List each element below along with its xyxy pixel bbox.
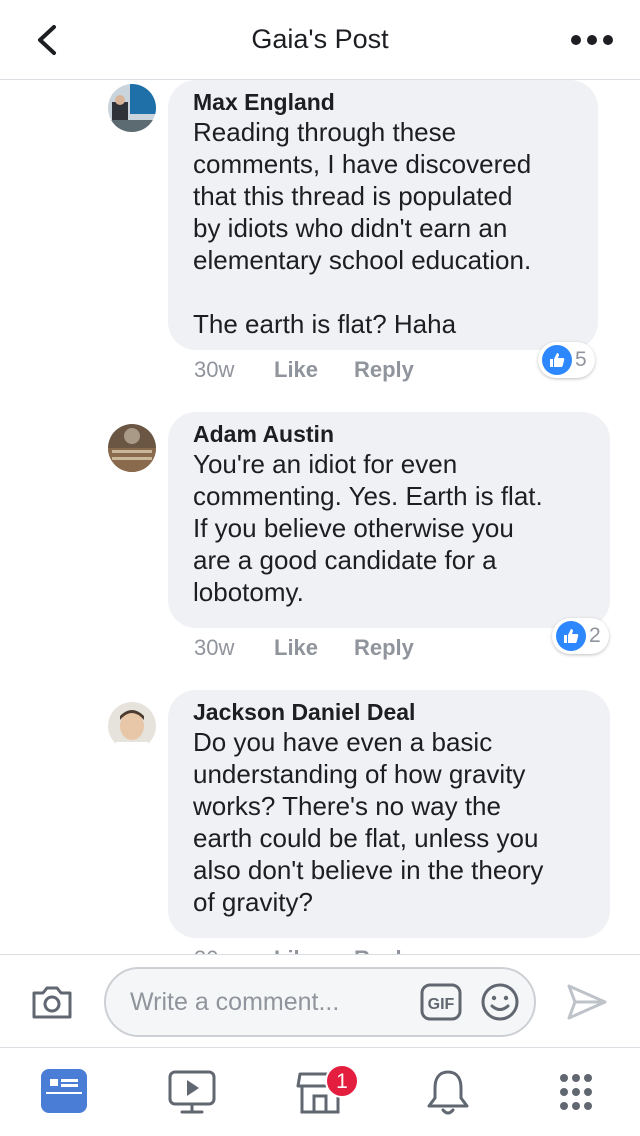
top-bar: Gaia's Post	[0, 0, 640, 80]
comment-author[interactable]: Jackson Daniel Deal	[193, 698, 588, 726]
comment-composer: Write a comment... GIF	[0, 954, 640, 1048]
comment-actions: 30w Like Reply	[194, 357, 414, 383]
send-icon[interactable]	[566, 983, 608, 1021]
comment-input[interactable]: Write a comment... GIF	[104, 967, 536, 1037]
watch-icon[interactable]	[164, 1066, 220, 1118]
comment-bubble[interactable]: Max England Reading through these commen…	[168, 80, 598, 350]
menu-grid-icon[interactable]	[548, 1066, 604, 1118]
like-button[interactable]: Like	[274, 946, 354, 954]
thumbs-up-icon	[542, 345, 572, 375]
reply-button[interactable]: Reply	[354, 946, 414, 954]
news-feed-icon[interactable]	[36, 1066, 92, 1118]
comment-bubble[interactable]: Jackson Daniel Deal Do you have even a b…	[168, 690, 610, 938]
reaction-count-value: 5	[575, 348, 587, 371]
comment-timestamp[interactable]: 30w	[194, 635, 274, 661]
comment-text: You're an idiot for even commenting. Yes…	[193, 449, 543, 607]
comment-author[interactable]: Adam Austin	[193, 420, 588, 448]
comment-actions: 30w Like Reply	[194, 635, 414, 661]
emoji-icon[interactable]	[480, 982, 520, 1022]
comment-input-placeholder: Write a comment...	[130, 988, 340, 1016]
reaction-count[interactable]: 5	[538, 342, 595, 378]
comment-timestamp[interactable]: 30w	[194, 357, 274, 383]
more-dots-icon[interactable]	[570, 34, 614, 46]
notification-badge: 1	[325, 1064, 359, 1098]
reaction-count[interactable]: 2	[552, 618, 609, 654]
comment-bubble[interactable]: Adam Austin You're an idiot for even com…	[168, 412, 610, 628]
gif-label: GIF	[428, 996, 455, 1013]
comment-thread: Max England Reading through these commen…	[0, 80, 640, 954]
like-button[interactable]: Like	[274, 635, 354, 661]
avatar[interactable]	[108, 424, 156, 472]
avatar[interactable]	[108, 84, 156, 132]
comment-actions: 30w Like Reply	[194, 946, 414, 954]
avatar[interactable]	[108, 702, 156, 750]
comment-timestamp[interactable]: 30w	[194, 946, 274, 954]
bottom-nav	[0, 1048, 640, 1136]
comment-text: Do you have even a basic understanding o…	[193, 727, 544, 917]
gif-icon[interactable]: GIF	[420, 983, 462, 1021]
reply-button[interactable]: Reply	[354, 635, 414, 661]
camera-icon[interactable]	[30, 983, 74, 1021]
reply-button[interactable]: Reply	[354, 357, 414, 383]
reaction-count-value: 2	[589, 624, 601, 647]
comment-author[interactable]: Max England	[193, 88, 576, 116]
notifications-icon[interactable]	[420, 1066, 476, 1118]
thumbs-up-icon	[556, 621, 586, 651]
comment-text: Reading through these comments, I have d…	[193, 117, 532, 339]
like-button[interactable]: Like	[274, 357, 354, 383]
page-title: Gaia's Post	[251, 24, 389, 54]
